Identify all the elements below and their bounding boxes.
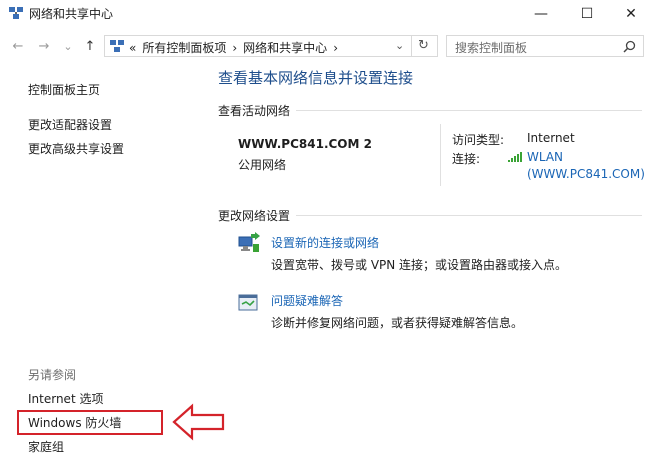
divider (411, 36, 412, 56)
control-panel-home-link[interactable]: 控制面板主页 (28, 81, 100, 98)
recent-locations-dropdown[interactable]: ⌄ (60, 38, 76, 54)
change-network-settings-label: 更改网络设置 (218, 209, 291, 223)
network-center-icon (9, 7, 23, 19)
access-type-value: Internet (527, 131, 575, 145)
wlan-connection-detail-link[interactable]: (WWW.PC841.COM) (527, 167, 645, 181)
network-type: 公用网络 (238, 158, 287, 172)
access-type-label: 访问类型: (452, 133, 505, 147)
wlan-connection-link[interactable]: WLAN (527, 150, 563, 164)
internet-options-link[interactable]: Internet 选项 (28, 390, 103, 407)
breadcrumb-item-all-control-panel[interactable]: 所有控制面板项 (142, 39, 226, 56)
active-networks-label: 查看活动网络 (218, 104, 291, 118)
change-adapter-settings-link[interactable]: 更改适配器设置 (28, 116, 112, 133)
homegroup-link[interactable]: 家庭组 (28, 438, 64, 455)
troubleshoot-icon (238, 294, 258, 311)
see-also-label: 另请参阅 (28, 368, 77, 382)
setup-new-connection-description: 设置宽带、拨号或 VPN 连接；或设置路由器或接入点。 (271, 258, 568, 272)
forward-button[interactable]: → (36, 38, 52, 54)
breadcrumb-separator[interactable]: › (333, 41, 338, 55)
address-dropdown-icon[interactable]: ⌄ (395, 39, 404, 52)
red-arrow-annotation-icon (172, 403, 225, 441)
network-center-icon (110, 40, 124, 52)
breadcrumb-item-network-center[interactable]: 网络和共享中心 (243, 39, 327, 56)
search-input[interactable]: 搜索控制面板 (455, 39, 527, 56)
navigation-bar: ← → ⌄ ↑ « 所有控制面板项 › 网络和共享中心 › ⌄ ↻ 搜索控制面板 (0, 31, 652, 61)
up-button[interactable]: ↑ (82, 38, 98, 54)
windows-firewall-link[interactable]: Windows 防火墙 (28, 414, 121, 431)
troubleshoot-link[interactable]: 问题疑难解答 (271, 292, 343, 309)
change-advanced-sharing-link[interactable]: 更改高级共享设置 (28, 140, 124, 157)
refresh-button[interactable]: ↻ (418, 38, 429, 53)
search-icon[interactable] (623, 40, 636, 53)
page-title: 查看基本网络信息并设置连接 (218, 69, 414, 87)
breadcrumb-overflow[interactable]: « (129, 41, 136, 55)
address-bar[interactable]: « 所有控制面板项 › 网络和共享中心 › ⌄ ↻ (104, 35, 438, 57)
back-button[interactable]: ← (10, 38, 26, 54)
section-divider (296, 215, 642, 216)
window-title: 网络和共享中心 (29, 7, 114, 21)
wifi-signal-icon (508, 152, 522, 162)
title-bar: 网络和共享中心 — ☐ ✕ (0, 0, 652, 28)
network-name: WWW.PC841.COM 2 (238, 137, 372, 151)
close-button[interactable]: ✕ (608, 0, 652, 28)
search-box[interactable]: 搜索控制面板 (446, 35, 644, 57)
section-divider (296, 110, 642, 111)
maximize-button[interactable]: ☐ (564, 0, 610, 28)
connections-label: 连接: (452, 152, 481, 166)
breadcrumb-separator[interactable]: › (232, 41, 237, 55)
setup-new-connection-link[interactable]: 设置新的连接或网络 (271, 234, 379, 251)
vertical-divider (440, 124, 441, 186)
breadcrumb: « 所有控制面板项 › 网络和共享中心 › (129, 39, 338, 56)
new-connection-icon (238, 232, 260, 252)
minimize-button[interactable]: — (518, 0, 564, 28)
troubleshoot-description: 诊断并修复网络问题，或者获得疑难解答信息。 (271, 316, 524, 330)
